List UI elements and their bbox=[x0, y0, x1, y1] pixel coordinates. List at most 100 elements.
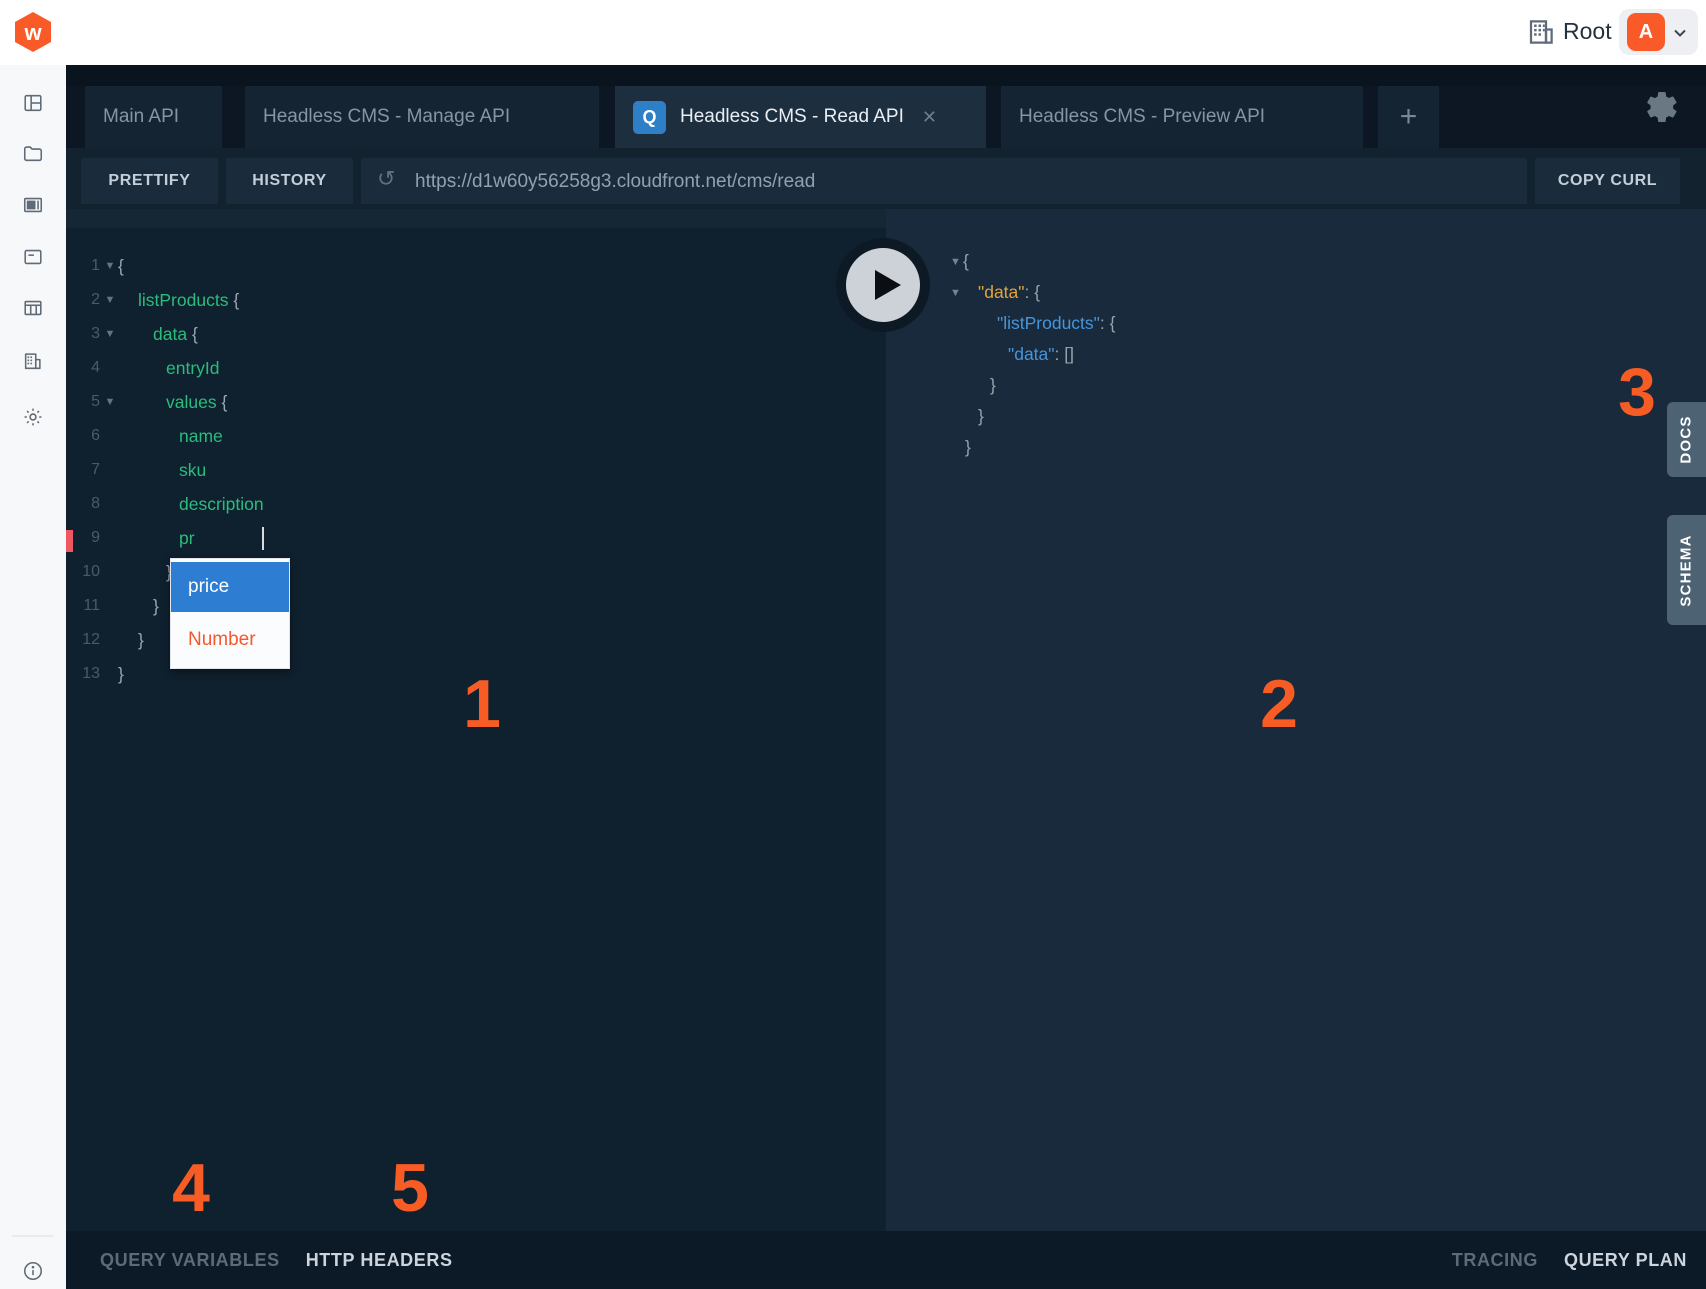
code-text: } bbox=[118, 664, 124, 685]
code-text: data { bbox=[153, 324, 198, 345]
code-text: pr bbox=[179, 528, 195, 549]
info-icon[interactable] bbox=[22, 1260, 44, 1282]
schema-tab[interactable]: SCHEMA bbox=[1667, 515, 1706, 625]
sidebar-item-form-builder-icon[interactable] bbox=[22, 246, 44, 268]
editor-line: 6 name bbox=[66, 419, 886, 453]
tab-main-api[interactable]: Main API bbox=[85, 86, 222, 148]
schema-tab-label: SCHEMA bbox=[1678, 534, 1695, 606]
json-text: "listProducts": { bbox=[997, 313, 1115, 334]
play-circle bbox=[846, 248, 920, 322]
sidebar-item-folder-icon[interactable] bbox=[22, 142, 44, 164]
line-number: 3 bbox=[74, 325, 100, 343]
code-text: entryId bbox=[166, 358, 220, 379]
tab-label: Headless CMS - Read API bbox=[680, 106, 904, 128]
tenant-name: Root bbox=[1563, 18, 1612, 45]
query-badge-icon: Q bbox=[633, 101, 666, 134]
line-number: 11 bbox=[74, 597, 100, 615]
editor-line: 1▼{ bbox=[66, 249, 886, 283]
history-button[interactable]: HISTORY bbox=[226, 158, 353, 204]
sidebar-item-layout-icon[interactable] bbox=[22, 92, 44, 114]
tabbar-top-strip bbox=[66, 65, 1706, 86]
code-text: listProducts { bbox=[138, 290, 239, 311]
autocomplete-item-price[interactable]: price bbox=[171, 562, 289, 612]
tab-headless-cms-manage-api[interactable]: Headless CMS - Manage API bbox=[245, 86, 599, 148]
sidebar-divider bbox=[12, 1235, 54, 1237]
autocomplete-item-number[interactable]: Number bbox=[171, 612, 289, 668]
user-menu[interactable]: A bbox=[1619, 9, 1698, 55]
json-text: "data": [] bbox=[1008, 344, 1074, 365]
line-number: 7 bbox=[74, 461, 100, 479]
response-line: "data": [] bbox=[886, 339, 1706, 370]
fold-arrow-icon[interactable]: ▼ bbox=[950, 256, 964, 268]
tenant-building-icon bbox=[1526, 17, 1556, 47]
response-line: } bbox=[886, 401, 1706, 432]
response-line: } bbox=[886, 432, 1706, 463]
line-number: 9 bbox=[74, 529, 100, 547]
graphql-playground-window: w Root A bbox=[0, 0, 1706, 1289]
annotation-number-4: 4 bbox=[172, 1149, 210, 1227]
line-number: 1 bbox=[74, 257, 100, 275]
line-number: 5 bbox=[74, 393, 100, 411]
json-text: } bbox=[965, 437, 971, 458]
code-text: name bbox=[179, 426, 223, 447]
line-number: 6 bbox=[74, 427, 100, 445]
json-text: } bbox=[978, 406, 984, 427]
tab-label: Headless CMS - Manage API bbox=[263, 106, 510, 128]
user-avatar[interactable]: A bbox=[1627, 13, 1665, 51]
endpoint-url-input[interactable] bbox=[413, 158, 1517, 206]
code-text: { bbox=[118, 256, 124, 277]
code-text: description bbox=[179, 494, 264, 515]
footer-query-plan[interactable]: QUERY PLAN bbox=[1564, 1250, 1687, 1271]
prettify-button[interactable]: PRETTIFY bbox=[81, 158, 218, 204]
annotation-number-1: 1 bbox=[463, 665, 501, 743]
settings-gear-icon[interactable] bbox=[1644, 89, 1680, 125]
endpoint-url-box: ↻ bbox=[361, 158, 1527, 204]
add-tab-button[interactable]: + bbox=[1378, 86, 1439, 148]
line-number: 8 bbox=[74, 495, 100, 513]
editor-top-strip bbox=[66, 209, 886, 228]
fold-arrow-icon[interactable]: ▼ bbox=[950, 287, 964, 299]
sidebar-item-headless-cms-icon[interactable] bbox=[22, 297, 44, 319]
footer-http-headers[interactable]: HTTP HEADERS bbox=[306, 1250, 453, 1271]
response-line: ▼"data": { bbox=[886, 277, 1706, 308]
fold-arrow-icon[interactable]: ▼ bbox=[102, 294, 118, 306]
code-text: values { bbox=[166, 392, 227, 413]
response-line: ▼{ bbox=[886, 246, 1706, 277]
editor-line: 7 sku bbox=[66, 453, 886, 487]
app-header: w Root A bbox=[0, 0, 1706, 65]
webiny-logo-icon[interactable]: w bbox=[11, 10, 55, 54]
editor-line: 5▼ values { bbox=[66, 385, 886, 419]
editor-line: 4 entryId bbox=[66, 351, 886, 385]
execute-query-button[interactable] bbox=[836, 238, 930, 332]
footer-tracing[interactable]: TRACING bbox=[1452, 1250, 1538, 1271]
code-text: } bbox=[153, 596, 159, 617]
tab-headless-cms-read-api[interactable]: Q Headless CMS - Read API ✕ bbox=[615, 86, 986, 148]
line-number: 2 bbox=[74, 291, 100, 309]
admin-sidebar bbox=[0, 65, 66, 1289]
fold-arrow-icon[interactable]: ▼ bbox=[102, 328, 118, 340]
sidebar-item-page-builder-icon[interactable] bbox=[22, 194, 44, 216]
fold-arrow-icon[interactable]: ▼ bbox=[102, 396, 118, 408]
sidebar-item-tenant-icon[interactable] bbox=[22, 350, 44, 372]
svg-text:w: w bbox=[23, 20, 42, 45]
editor-line: 3▼ data { bbox=[66, 317, 886, 351]
sidebar-item-settings-icon[interactable] bbox=[22, 406, 44, 428]
editor-line: 8 description bbox=[66, 487, 886, 521]
line-number: 13 bbox=[74, 665, 100, 683]
line-number: 10 bbox=[74, 563, 100, 581]
fold-arrow-icon[interactable]: ▼ bbox=[102, 260, 118, 272]
code-text: sku bbox=[179, 460, 206, 481]
tab-headless-cms-preview-api[interactable]: Headless CMS - Preview API bbox=[1001, 86, 1363, 148]
footer-query-variables[interactable]: QUERY VARIABLES bbox=[100, 1250, 280, 1271]
editor-line: 2▼ listProducts { bbox=[66, 283, 886, 317]
close-tab-icon[interactable]: ✕ bbox=[922, 107, 937, 128]
copy-curl-button[interactable]: COPY CURL bbox=[1535, 158, 1680, 204]
line-number: 4 bbox=[74, 359, 100, 377]
annotation-number-5: 5 bbox=[391, 1149, 429, 1227]
docs-tab-label: DOCS bbox=[1678, 415, 1695, 463]
annotation-number-3: 3 bbox=[1618, 353, 1656, 431]
editor-line: 9 pr bbox=[66, 521, 886, 555]
docs-tab[interactable]: DOCS bbox=[1667, 402, 1706, 477]
refresh-icon[interactable]: ↻ bbox=[377, 166, 395, 192]
response-line: } bbox=[886, 370, 1706, 401]
